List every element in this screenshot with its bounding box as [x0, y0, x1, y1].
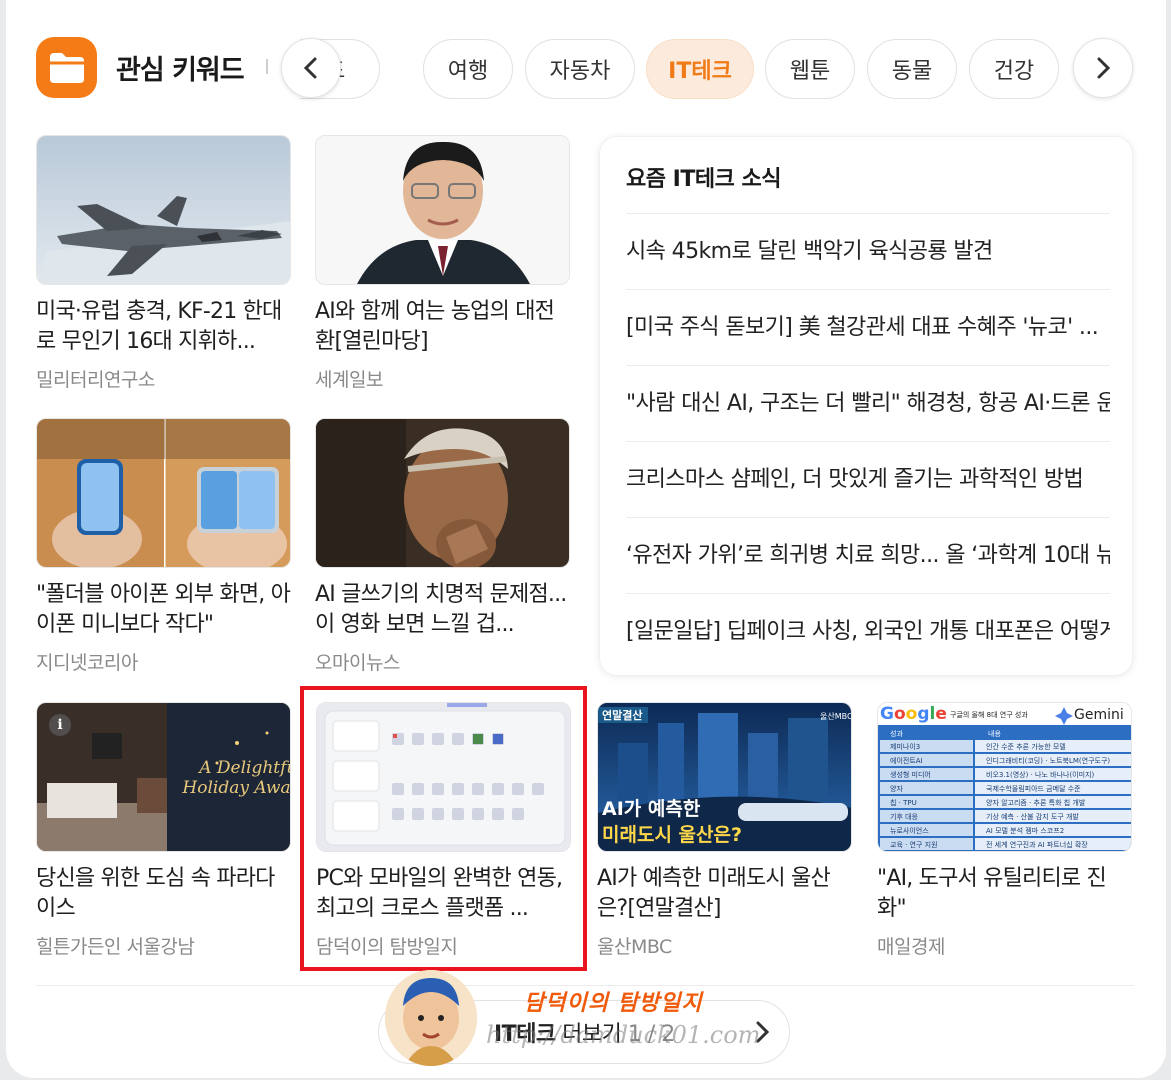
gemini-logo: Gemini [1074, 707, 1124, 723]
table-cell-text: 칩 · TPU [890, 798, 917, 807]
card-source: 힐튼가든인 서울강남 [36, 936, 195, 958]
news-card[interactable]: AI와 함께 여는 농업의 대전환[열린마당] 세계일보 [315, 135, 570, 392]
blog-avatar [385, 970, 477, 1066]
thumb-caption-line2: 미래도시 울산은? [602, 824, 742, 846]
portrait-thumbnail [315, 135, 570, 285]
news-list-title: 요즘 IT테크 소식 [626, 167, 781, 192]
news-card[interactable]: Google 구글의 올해 8대 연구 성과 Gemini 성과 내용제미나이3 인… [877, 702, 1132, 959]
chevron-left-icon [303, 57, 317, 79]
table-cell-text: 기상 예측 · 산불 감지 도구 개발 [986, 812, 1079, 821]
google-logo: Google [880, 704, 947, 724]
chips-next-button[interactable] [1073, 38, 1133, 98]
news-list-item[interactable]: 크리스마스 샴페인, 더 맛있게 즐기는 과학적인 방법 [626, 441, 1110, 517]
news-list-item[interactable]: [일문일답] 딥페이크 사칭, 외국인 개통 대포폰은 어떻게 [626, 593, 1110, 669]
card-source: 매일경제 [877, 936, 945, 958]
card-title: "AI, 도구서 유틸리티로 진화" [877, 866, 1107, 921]
table-header: 내용 [988, 729, 1001, 738]
table-header: 성과 [890, 729, 903, 738]
folder-icon [36, 37, 97, 98]
table-cell-text: 기후 대응 [890, 812, 919, 821]
table-cell-text: 인간 수준 추론 가능한 모델 [986, 742, 1066, 751]
news-card[interactable]: A DelightfulHoliday Awaits i 당신을 위한 도심 속… [36, 702, 291, 959]
news-list-item[interactable]: [미국 주식 돋보기] 美 철강관세 대표 수혜주 '뉴코' ... [626, 289, 1110, 365]
table-cell-text: 비오3.1(영상) · 나노 바나나(이미지) [986, 770, 1095, 779]
foldable-phone-thumbnail [36, 418, 291, 568]
chip-it-tech[interactable]: IT테크 [646, 39, 754, 99]
card-source: 지디넷코리아 [36, 652, 138, 674]
chip-animal[interactable]: 동물 [867, 39, 957, 99]
table-cell-text: 에이전트AI [890, 756, 923, 765]
chips-prev-button[interactable] [281, 38, 341, 98]
ad-info-icon[interactable]: i [49, 714, 71, 736]
table-cell-text: 제미나이3 [890, 742, 920, 751]
table-cell-text: 국제수학올림피아드 금메달 수준 [986, 784, 1081, 793]
news-card[interactable]: AI 글쓰기의 치명적 문제점... 이 영화 보면 느낄 겁... 오마이뉴스 [315, 418, 570, 675]
chip-health[interactable]: 건강 [969, 39, 1059, 99]
table-cell-text: 교육 · 연구 지원 [890, 840, 938, 849]
card-source: 밀리터리연구소 [36, 369, 155, 391]
table-cell-text: 인디그래비티(코딩) · 노트북LM(연구도구) [986, 756, 1110, 765]
fighter-jet-thumbnail [36, 135, 291, 285]
card-title: 미국·유럽 충격, KF-21 한대로 무인기 16대 지휘하... [36, 299, 282, 354]
card-title: AI가 예측한 미래도시 울산은?[연말결산] [597, 866, 831, 921]
card-title: AI와 함께 여는 농업의 대전환[열린마당] [315, 299, 555, 354]
table-cell-text: AI 모델 분석 젬마 스코프2 [986, 826, 1064, 835]
thumb-tag: 연말결산 [602, 708, 642, 722]
movie-still-thumbnail [315, 418, 570, 568]
card-title: "폴더블 아이폰 외부 화면, 아이폰 미니보다 작다" [36, 582, 291, 637]
table-cell-text: 뉴로사이언스 [890, 826, 929, 835]
table-cell-text: 양자 알고리즘 · 추론 특화 칩 개발 [986, 798, 1086, 807]
section-title: 관심 키워드 [116, 55, 245, 86]
table-cell-text: 전 세계 연구진과 AI 파트너십 확장 [986, 840, 1088, 849]
google-research-thumbnail: Google 구글의 올해 8대 연구 성과 Gemini 성과 내용제미나이3 인… [877, 702, 1132, 852]
chip-webtoon[interactable]: 웹툰 [765, 39, 855, 99]
news-list-item[interactable]: "사람 대신 AI, 구조는 더 빨리" 해경청, 항공 AI·드론 운용 [626, 365, 1110, 441]
title-divider [266, 59, 268, 74]
chip-car[interactable]: 자동차 [525, 39, 635, 99]
thumb-caption-line1: AI가 예측한 [602, 798, 701, 820]
keyword-chip-bar: 푸드 여행 자동차 IT테크 웹툰 동물 건강 [300, 39, 1075, 99]
table-cell-text: 양자 [890, 784, 903, 793]
table-cell-text: 생성형 미디어 [890, 770, 931, 779]
it-news-list: 요즘 IT테크 소식 시속 45km로 달린 백악기 육식공룡 발견 [미국 주… [599, 136, 1133, 676]
news-card[interactable]: 미국·유럽 충격, KF-21 한대로 무인기 16대 지휘하... 밀리터리연… [36, 135, 291, 392]
highlight-box [300, 686, 587, 971]
broadcaster-logo: 울산MBC [820, 711, 852, 721]
google-header: 구글의 올해 8대 연구 성과 [950, 710, 1028, 719]
news-card[interactable]: 연말결산 AI가 예측한 미래도시 울산은? 울산MBC AI가 예측한 미래도… [597, 702, 852, 959]
card-source: 세계일보 [315, 369, 383, 391]
news-card[interactable]: "폴더블 아이폰 외부 화면, 아이폰 미니보다 작다" 지디넷코리아 [36, 418, 291, 675]
card-source: 울산MBC [597, 936, 672, 958]
hotel-ad-thumbnail: A DelightfulHoliday Awaits i [36, 702, 291, 852]
card-title: 당신을 위한 도심 속 파라다이스 [36, 866, 275, 921]
chip-travel[interactable]: 여행 [423, 39, 513, 99]
card-source: 오마이뉴스 [315, 652, 400, 674]
news-list-item[interactable]: 시속 45km로 달린 백악기 육식공룡 발견 [626, 213, 1110, 289]
watermark-url: http://damduck01.com [486, 1021, 761, 1049]
chevron-right-icon [1097, 57, 1111, 79]
future-city-thumbnail: 연말결산 AI가 예측한 미래도시 울산은? 울산MBC [597, 702, 852, 852]
news-list-item[interactable]: ‘유전자 가위’로 희귀병 치료 희망... 올 ‘과학계 10대 뉴스’ [626, 517, 1110, 593]
watermark-title: 담덕이의 탐방일지 [524, 991, 703, 1016]
card-title: AI 글쓰기의 치명적 문제점... 이 영화 보면 느낄 겁... [315, 582, 567, 637]
